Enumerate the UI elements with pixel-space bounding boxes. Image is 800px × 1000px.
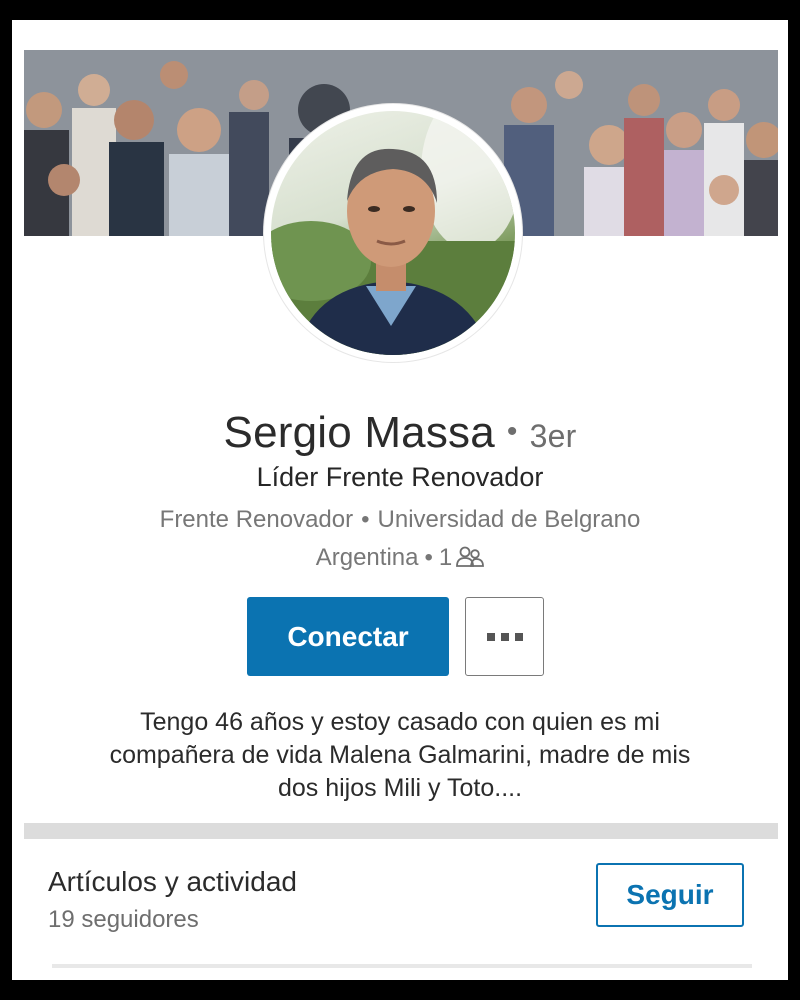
- profile-headline: Líder Frente Renovador: [256, 462, 544, 492]
- profile-photo: [271, 111, 515, 355]
- connect-button[interactable]: Conectar: [247, 597, 449, 676]
- profile-company[interactable]: Frente Renovador: [160, 506, 353, 533]
- profile-summary[interactable]: Tengo 46 años y estoy casado con quien e…: [52, 706, 748, 805]
- people-icon[interactable]: [456, 546, 485, 568]
- follow-button[interactable]: Seguir: [596, 863, 744, 927]
- profile-affiliations: Frente Renovador • Universidad de Belgrano: [12, 506, 788, 534]
- section-divider: [24, 823, 778, 839]
- profile-name-row: Sergio Massa • 3er: [12, 408, 788, 458]
- connections-count[interactable]: 1: [439, 544, 452, 571]
- content-divider: [52, 964, 752, 968]
- activity-section-title: Artículos y actividad: [48, 866, 297, 897]
- summary-line: Tengo 46 años y estoy casado con quien e…: [140, 708, 660, 736]
- connection-degree: 3er: [529, 418, 577, 454]
- more-options-button[interactable]: [465, 597, 544, 676]
- more-dot: [500, 632, 509, 641]
- separator-dot: •: [424, 544, 433, 571]
- separator-dot: •: [506, 415, 518, 448]
- more-dot: [514, 632, 523, 641]
- profile-screen: Sergio Massa • 3er Líder Frente Renovador …: [12, 20, 788, 980]
- profile-location-row: Argentina • 1: [12, 544, 788, 572]
- separator-dot: •: [361, 506, 370, 533]
- summary-line: compañera de vida Malena Galmarini, madr…: [109, 741, 691, 769]
- profile-name: Sergio Massa: [223, 408, 495, 457]
- profile-location: Argentina: [315, 544, 419, 571]
- profile-photo-frame[interactable]: [264, 104, 522, 362]
- profile-school[interactable]: Universidad de Belgrano: [378, 506, 641, 533]
- summary-line: dos hijos Mili y Toto....: [277, 774, 523, 802]
- more-dot: [486, 632, 495, 641]
- followers-count: 19 seguidores: [48, 906, 199, 933]
